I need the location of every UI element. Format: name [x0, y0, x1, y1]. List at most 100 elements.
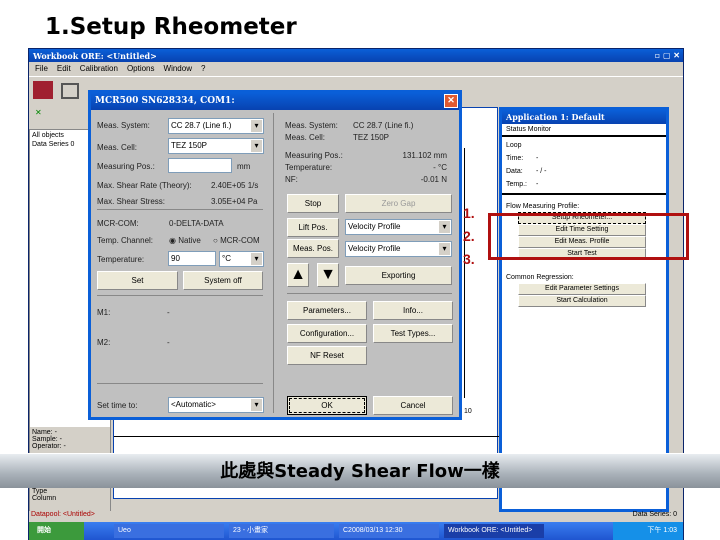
temperature-input[interactable]: 90	[168, 251, 216, 266]
info-key: Column	[32, 495, 57, 502]
nf-reset-button[interactable]: NF Reset	[287, 346, 367, 365]
set-time-label: Set time to:	[97, 401, 138, 410]
taskbar: 開始 Ueo 23 - 小畫家 C2008/03/13 12:30 Workbo…	[29, 522, 683, 540]
mcr-com-value: 0-DELTA-DATA	[169, 219, 224, 228]
move-up-button[interactable]: ▲	[287, 263, 309, 287]
app-title-bar: Workbook ORE: <Untitled> ▫ ▢ ✕	[29, 49, 683, 62]
application-title: Application 1: Default	[506, 112, 605, 122]
lift-profile-select[interactable]: Velocity Profile	[345, 219, 452, 235]
max-shear-rate-value: 2.40E+05 1/s	[211, 181, 259, 190]
cancel-button[interactable]: Cancel	[373, 396, 453, 415]
application-title-bar: Application 1: Default	[502, 110, 666, 124]
meas-cell-label: Meas. Cell:	[97, 143, 138, 152]
meas-pos-button[interactable]: Meas. Pos.	[287, 239, 339, 258]
temperature-label: Temperature:	[97, 255, 145, 264]
taskbar-item[interactable]: 23 - 小畫家	[229, 524, 334, 538]
meas-profile-select[interactable]: Velocity Profile	[345, 241, 452, 257]
menu-options[interactable]: Options	[127, 64, 155, 73]
test-types-button[interactable]: Test Types...	[373, 324, 453, 343]
radio-mcr-label: MCR-COM	[220, 236, 260, 245]
status-value: TEZ 150P	[353, 133, 390, 142]
status-key: Time:	[506, 155, 524, 162]
cut-icon[interactable]: ✕	[35, 108, 42, 117]
meas-cell-select[interactable]: TEZ 150P	[168, 138, 264, 154]
ok-button[interactable]: OK	[287, 396, 367, 415]
status-bar: Datapool: <Untitled> Data Series: 0	[29, 510, 683, 522]
divider	[97, 295, 263, 296]
info-button[interactable]: Info...	[373, 301, 453, 320]
m2-label: M2:	[97, 338, 111, 347]
edit-parameter-settings-button[interactable]: Edit Parameter Settings	[518, 283, 646, 295]
status-key: Meas. Cell:	[285, 133, 326, 142]
step-2: 2.	[463, 228, 475, 244]
status-key: Meas. System:	[285, 121, 338, 130]
start-button[interactable]: 開始	[29, 522, 84, 540]
info-key: Sample:	[32, 436, 58, 443]
radio-native-label: Native	[178, 236, 201, 245]
app-title: Workbook ORE: <Untitled>	[33, 51, 157, 61]
status-key: Measuring Pos.:	[285, 151, 343, 160]
temperature-unit-select[interactable]: °C	[219, 251, 264, 267]
step-numbers: 1. 2. 3.	[463, 202, 475, 271]
unit-label: mm	[237, 162, 251, 171]
divider	[114, 436, 499, 437]
status-right: Data Series: 0	[632, 511, 677, 518]
lift-pos-button[interactable]: Lift Pos.	[287, 218, 339, 237]
menu-calibration[interactable]: Calibration	[80, 64, 118, 73]
divider	[273, 113, 274, 413]
parameters-button[interactable]: Parameters...	[287, 301, 367, 320]
meas-system-select[interactable]: CC 28.7 (Line fi.)	[168, 118, 264, 134]
menu-edit[interactable]: Edit	[57, 64, 71, 73]
step-1: 1.	[463, 205, 475, 221]
start-calculation-button[interactable]: Start Calculation	[518, 295, 646, 307]
zero-gap-button[interactable]: Zero Gap	[345, 194, 452, 213]
axis-tick-label: 10	[464, 408, 472, 415]
caption-banner: 此處與Steady Shear Flow一樣	[0, 453, 720, 488]
status-labels: Meas. System: Meas. Cell: Measuring Pos.…	[285, 120, 343, 186]
m2-value: -	[167, 338, 170, 347]
max-shear-stress-label: Max. Shear Stress:	[97, 197, 166, 206]
status-value: 131.102 mm	[402, 151, 447, 160]
menu-window[interactable]: Window	[164, 64, 192, 73]
info-value: -	[54, 429, 57, 436]
graph-axis	[464, 148, 465, 398]
print-icon[interactable]	[61, 83, 80, 99]
move-down-button[interactable]: ▼	[317, 263, 339, 287]
configuration-button[interactable]: Configuration...	[287, 324, 367, 343]
taskbar-item[interactable]: Ueo	[114, 524, 224, 538]
set-button[interactable]: Set	[97, 271, 178, 290]
taskbar-item[interactable]: Workbook ORE: <Untitled>	[444, 524, 544, 538]
info-key: Operator:	[32, 443, 62, 450]
divider	[97, 383, 263, 384]
temp-channel-label: Temp. Channel:	[97, 236, 154, 245]
clock: 下午 1:03	[613, 522, 683, 540]
rheometer-dialog: MCR500 SN628334, COM1: ✕ Meas. System: C…	[88, 90, 462, 420]
status-values: CC 28.7 (Line fi.) TEZ 150P	[353, 120, 413, 144]
status-value: -	[536, 155, 539, 162]
info-key: Type	[32, 488, 48, 495]
info-value: -	[63, 443, 66, 450]
radio-native[interactable]: ◉ Native	[169, 236, 201, 245]
set-time-select[interactable]: <Automatic>	[168, 397, 264, 413]
regression-label: Common Regression:	[506, 274, 574, 281]
status-value: - °C	[433, 163, 447, 172]
m1-label: M1:	[97, 308, 111, 317]
status-value: CC 28.7 (Line fi.)	[353, 121, 414, 130]
workbook-icon[interactable]	[33, 81, 53, 99]
measuring-pos-input[interactable]	[168, 158, 232, 173]
radio-mcr-com[interactable]: ○ MCR-COM	[213, 236, 260, 245]
slide-title: 1.Setup Rheometer	[45, 14, 297, 40]
status-key: Temperature:	[285, 163, 333, 172]
system-off-button[interactable]: System off	[183, 271, 263, 290]
exporting-button[interactable]: Exporting	[345, 266, 452, 285]
status-key: Data:	[506, 168, 523, 175]
application-window: Application 1: Default Status Monitor Lo…	[499, 107, 669, 512]
stop-button[interactable]: Stop	[287, 194, 339, 213]
close-icon[interactable]: ✕	[444, 94, 458, 108]
arrow-up-icon: ▲	[290, 266, 306, 283]
taskbar-item[interactable]: C2008/03/13 12:30	[339, 524, 439, 538]
max-shear-stress-value: 3.05E+04 Pa	[211, 197, 258, 206]
window-controls[interactable]: ▫ ▢ ✕	[655, 50, 680, 60]
menu-file[interactable]: File	[35, 64, 48, 73]
menu-help[interactable]: ?	[201, 64, 205, 73]
